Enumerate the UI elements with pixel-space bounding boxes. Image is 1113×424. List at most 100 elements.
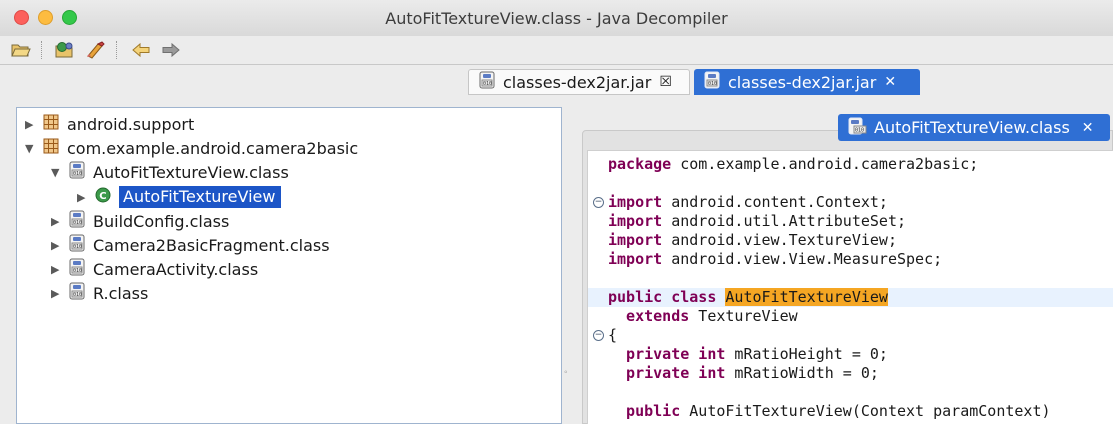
svg-text:010: 010 bbox=[73, 244, 82, 250]
jar-file-icon: 010 bbox=[704, 71, 720, 93]
class-file-icon: 010 bbox=[69, 258, 85, 280]
tree-item-buildconfig-class[interactable]: ▶ 010 BuildConfig.class bbox=[51, 210, 229, 232]
code-line: private int mRatioWidth = 0; bbox=[608, 364, 879, 383]
back-arrow-icon[interactable] bbox=[130, 39, 152, 61]
window-title: AutoFitTextureView.class - Java Decompil… bbox=[385, 9, 728, 28]
expand-arrow-icon[interactable]: ▶ bbox=[51, 215, 65, 228]
code-text: android.util.AttributeSet; bbox=[662, 212, 907, 230]
tree-item-label: android.support bbox=[67, 114, 195, 134]
fold-toggle-icon[interactable]: − bbox=[593, 330, 604, 341]
class-file-icon: 010 bbox=[69, 234, 85, 256]
expand-arrow-icon[interactable]: ▶ bbox=[25, 118, 39, 131]
collapse-arrow-icon[interactable]: ▼ bbox=[51, 166, 65, 179]
open-type-hierarchy-icon[interactable] bbox=[84, 39, 106, 61]
keyword: public bbox=[608, 402, 681, 420]
expand-arrow-icon[interactable]: ▶ bbox=[51, 263, 65, 276]
code-text: android.view.TextureView; bbox=[662, 231, 897, 249]
class-file-icon: 010 bbox=[69, 210, 85, 232]
class-file-icon: 010 bbox=[69, 161, 85, 183]
code-line: import android.util.AttributeSet; bbox=[608, 212, 906, 231]
tree-item-android-support[interactable]: ▶ android.support bbox=[25, 113, 194, 135]
package-tree[interactable]: ▶ android.support ▼ com.example.android.… bbox=[16, 107, 562, 424]
expand-arrow-icon[interactable]: ▶ bbox=[51, 287, 65, 300]
tab-close-icon[interactable]: ✕ bbox=[884, 74, 896, 90]
editor-tab-autofittextureview[interactable]: 010 AutoFitTextureView.class ✕ bbox=[838, 114, 1110, 141]
svg-text:010: 010 bbox=[73, 268, 82, 274]
package-icon bbox=[43, 138, 59, 158]
keyword: public class bbox=[608, 288, 717, 306]
source-code-view[interactable]: package com.example.android.camera2basic… bbox=[587, 150, 1113, 424]
splitter-handle-icon[interactable]: ◦ bbox=[564, 367, 568, 378]
code-line: public AutoFitTextureView(Context paramC… bbox=[608, 402, 1051, 421]
tree-item-autofittextureview[interactable]: ▶ C AutoFitTextureView bbox=[77, 186, 282, 208]
keyword: import bbox=[608, 212, 663, 230]
toolbar-divider bbox=[0, 64, 1113, 65]
toolbar-separator bbox=[41, 41, 42, 59]
tab-close-icon[interactable]: ✕ bbox=[1082, 120, 1094, 136]
package-icon bbox=[43, 114, 59, 134]
svg-text:010: 010 bbox=[73, 171, 82, 177]
svg-text:010: 010 bbox=[73, 292, 82, 298]
keyword: private int bbox=[608, 345, 726, 363]
svg-text:C: C bbox=[99, 191, 106, 202]
tree-item-label: CameraActivity.class bbox=[93, 259, 259, 279]
tree-item-camera2basicfragment-class[interactable]: ▶ 010 Camera2BasicFragment.class bbox=[51, 234, 330, 256]
svg-text:010: 010 bbox=[483, 81, 492, 87]
keyword: import bbox=[608, 193, 663, 211]
class-icon: C bbox=[95, 187, 111, 207]
code-text: mRatioHeight = 0; bbox=[725, 345, 888, 363]
expand-arrow-icon[interactable]: ▶ bbox=[51, 239, 65, 252]
code-line: package com.example.android.camera2basic… bbox=[608, 155, 978, 174]
toolbar-separator bbox=[116, 41, 117, 59]
code-line: import android.content.Context; bbox=[608, 193, 888, 212]
keyword: import bbox=[608, 231, 663, 249]
keyword: extends bbox=[608, 307, 690, 325]
class-file-icon: 010 bbox=[848, 117, 868, 139]
collapse-arrow-icon[interactable]: ▼ bbox=[25, 142, 39, 155]
editor-tab-label: AutoFitTextureView.class bbox=[874, 118, 1070, 137]
keyword: private int bbox=[608, 364, 726, 382]
toolbar bbox=[0, 36, 1113, 64]
keyword: import bbox=[608, 250, 663, 268]
code-line: private int mRatioHeight = 0; bbox=[608, 345, 888, 364]
tree-item-label: AutoFitTextureView.class bbox=[93, 162, 289, 182]
title-bar: AutoFitTextureView.class - Java Decompil… bbox=[0, 0, 1113, 36]
class-file-icon: 010 bbox=[69, 282, 85, 304]
expand-arrow-icon[interactable]: ▶ bbox=[77, 191, 91, 204]
keyword: package bbox=[608, 155, 672, 173]
code-text: com.example.android.camera2basic; bbox=[671, 155, 979, 173]
open-folder-icon[interactable] bbox=[10, 39, 32, 61]
svg-text:010: 010 bbox=[855, 127, 864, 133]
tab-classes-dex2jar-1[interactable]: 010 classes-dex2jar.jar ☒ bbox=[468, 69, 690, 95]
tree-item-cameraactivity-class[interactable]: ▶ 010 CameraActivity.class bbox=[51, 258, 258, 280]
tab-classes-dex2jar-2[interactable]: 010 classes-dex2jar.jar ✕ bbox=[694, 69, 920, 95]
code-line: { bbox=[608, 326, 618, 344]
code-line: extends TextureView bbox=[608, 307, 798, 326]
code-text: android.content.Context; bbox=[662, 193, 888, 211]
svg-text:010: 010 bbox=[708, 81, 717, 87]
tree-item-label: com.example.android.camera2basic bbox=[67, 138, 359, 158]
tree-item-label: Camera2BasicFragment.class bbox=[93, 235, 330, 255]
tab-label: classes-dex2jar.jar bbox=[503, 72, 652, 92]
code-text: AutoFitTextureView(Context paramContext) bbox=[680, 402, 1051, 420]
code-text: android.view.View.MeasureSpec; bbox=[662, 250, 943, 268]
code-text: mRatioWidth = 0; bbox=[725, 364, 879, 382]
fold-toggle-icon[interactable]: − bbox=[593, 197, 604, 208]
tab-label: classes-dex2jar.jar bbox=[728, 72, 877, 92]
code-line: public class AutoFitTextureView bbox=[608, 288, 888, 307]
svg-text:010: 010 bbox=[73, 220, 82, 226]
code-line: import android.view.View.MeasureSpec; bbox=[608, 250, 942, 269]
tree-item-label: R.class bbox=[93, 283, 149, 303]
open-type-icon[interactable] bbox=[54, 39, 76, 61]
code-line: import android.view.TextureView; bbox=[608, 231, 897, 250]
tree-item-label: AutoFitTextureView bbox=[119, 186, 282, 208]
forward-arrow-icon[interactable] bbox=[160, 39, 182, 61]
tab-close-icon[interactable]: ☒ bbox=[659, 74, 672, 90]
tree-item-label: BuildConfig.class bbox=[93, 211, 230, 231]
tree-item-r-class[interactable]: ▶ 010 R.class bbox=[51, 282, 148, 304]
code-text: TextureView bbox=[689, 307, 798, 325]
search-highlight: AutoFitTextureView bbox=[725, 288, 888, 306]
tree-item-camera2basic[interactable]: ▼ com.example.android.camera2basic bbox=[25, 137, 358, 159]
tree-item-autofittextureview-class[interactable]: ▼ 010 AutoFitTextureView.class bbox=[51, 161, 289, 183]
jar-file-icon: 010 bbox=[479, 71, 495, 93]
